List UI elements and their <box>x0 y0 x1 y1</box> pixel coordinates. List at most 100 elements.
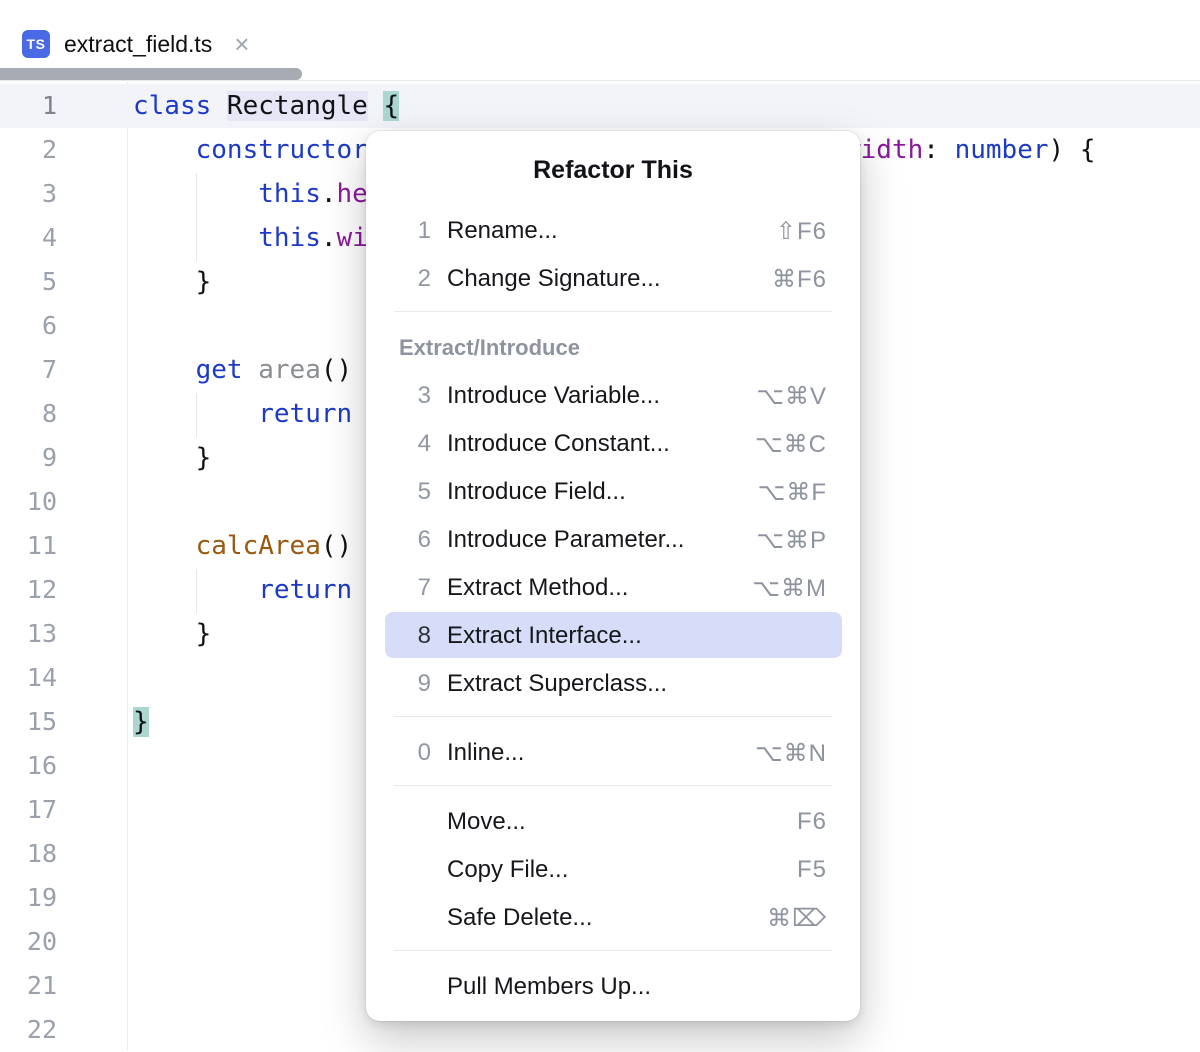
code-text: return <box>133 568 352 612</box>
typescript-file-icon: TS <box>22 30 50 58</box>
line-number: 5 <box>0 260 57 304</box>
code-token: } <box>133 619 211 649</box>
menu-section-extract-introduce: Extract/Introduce <box>366 324 860 372</box>
menu-item-label: Extract Method... <box>447 574 752 602</box>
menu-item-inline[interactable]: 0 Inline...⌥⌘N <box>366 729 860 777</box>
tab-close-icon[interactable]: × <box>234 31 249 57</box>
code-text: this.he <box>133 172 368 216</box>
code-token <box>368 91 384 121</box>
indent-guide <box>196 393 197 437</box>
code-token: : <box>923 135 954 165</box>
code-text: constructor <box>133 128 368 172</box>
code-text: } <box>133 612 211 656</box>
editor-tab-bar: TS extract_field.ts × <box>0 0 1200 81</box>
menu-item-rename[interactable]: 1 Rename...⇧F6 <box>366 207 860 255</box>
menu-item-label: Introduce Parameter... <box>447 526 756 554</box>
code-text-tail: width: number) { <box>845 128 1095 172</box>
line-number: 9 <box>0 436 57 480</box>
menu-item-label: Rename... <box>447 217 776 245</box>
code-token: constructor <box>196 135 368 165</box>
code-text: } <box>133 260 211 304</box>
menu-item-label: Change Signature... <box>447 265 772 293</box>
menu-item-shortcut: ⌘⌦ <box>767 904 827 933</box>
menu-item-change-signature[interactable]: 2Change Signature...⌘F6 <box>366 255 860 303</box>
tab-extract-field-ts[interactable]: TS extract_field.ts × <box>22 18 249 70</box>
code-token: Rectangle <box>227 91 368 121</box>
menu-item-mnemonic: 0 <box>366 739 431 767</box>
menu-item-label: Move... <box>447 808 797 836</box>
code-line-1[interactable]: 1 class Rectangle { <box>0 84 1200 128</box>
code-token <box>133 135 196 165</box>
code-token: get <box>196 355 243 385</box>
line-number: 8 <box>0 392 57 436</box>
code-token: } <box>133 443 211 473</box>
line-number: 20 <box>0 920 57 964</box>
code-token: { <box>383 91 399 121</box>
menu-item-shortcut: ⌥⌘P <box>756 526 827 555</box>
menu-item-label: Safe Delete... <box>447 904 767 932</box>
menu-divider <box>394 785 832 786</box>
code-text: get area() <box>133 348 352 392</box>
code-token: area <box>258 355 321 385</box>
menu-item-copy-file[interactable]: Copy File...F5 <box>366 846 860 894</box>
line-number: 15 <box>0 700 57 744</box>
line-number: 10 <box>0 480 57 524</box>
menu-item-shortcut: F6 <box>797 808 827 836</box>
menu-item-label: Inline... <box>447 739 755 767</box>
menu-item-shortcut: ⌥⌘V <box>756 382 827 411</box>
menu-item-safe-delete[interactable]: Safe Delete...⌘⌦ <box>366 894 860 942</box>
menu-divider <box>394 311 832 312</box>
line-number: 7 <box>0 348 57 392</box>
menu-item-label: Copy File... <box>447 856 797 884</box>
code-token: this <box>258 223 321 253</box>
menu-item-introduce-constant[interactable]: 4Introduce Constant...⌥⌘C <box>366 420 860 468</box>
menu-item-mnemonic: 6 <box>366 526 431 554</box>
menu-item-introduce-parameter[interactable]: 6 Introduce Parameter...⌥⌘P <box>366 516 860 564</box>
line-number: 14 <box>0 656 57 700</box>
menu-item-introduce-variable[interactable]: 3 Introduce Variable...⌥⌘V <box>366 372 860 420</box>
indent-guide <box>196 173 197 261</box>
menu-item-mnemonic: 4 <box>366 430 431 458</box>
line-number: 19 <box>0 876 57 920</box>
line-number: 2 <box>0 128 57 172</box>
code-text: this.wi <box>133 216 368 260</box>
code-text: } <box>133 700 149 744</box>
code-text: calcArea() <box>133 524 352 568</box>
menu-item-extract-method[interactable]: 7Extract Method...⌥⌘M <box>366 564 860 612</box>
menu-divider <box>394 716 832 717</box>
code-token <box>133 531 196 561</box>
menu-item-shortcut: ⌥⌘F <box>758 478 827 507</box>
code-token <box>133 355 196 385</box>
code-text: class Rectangle { <box>133 84 399 128</box>
menu-item-shortcut: ⌥⌘N <box>755 739 827 768</box>
menu-item-label: Pull Members Up... <box>447 973 827 1001</box>
code-token: calcArea <box>196 531 321 561</box>
line-number: 1 <box>0 84 57 128</box>
code-token: return <box>258 399 352 429</box>
menu-item-move[interactable]: Move...F6 <box>366 798 860 846</box>
code-token: he <box>337 179 368 209</box>
menu-item-mnemonic: 8 <box>366 622 431 650</box>
menu-item-label: Extract Superclass... <box>447 670 827 698</box>
line-number: 3 <box>0 172 57 216</box>
active-tab-underline <box>0 68 302 80</box>
line-number: 18 <box>0 832 57 876</box>
menu-item-shortcut: F5 <box>797 856 827 884</box>
code-token: } <box>133 707 149 737</box>
line-number: 11 <box>0 524 57 568</box>
menu-item-extract-superclass[interactable]: 9Extract Superclass... <box>366 660 860 708</box>
code-token: ) { <box>1049 135 1096 165</box>
menu-item-introduce-field[interactable]: 5Introduce Field...⌥⌘F <box>366 468 860 516</box>
code-token: wi <box>337 223 368 253</box>
menu-item-mnemonic: 1 <box>366 217 431 245</box>
code-token: () <box>321 531 352 561</box>
menu-item-pull-members-up[interactable]: Pull Members Up... <box>366 963 860 1011</box>
menu-divider <box>394 950 832 951</box>
menu-item-shortcut: ⇧F6 <box>776 217 827 246</box>
menu-item-mnemonic: 7 <box>366 574 431 602</box>
menu-item-label: Introduce Variable... <box>447 382 756 410</box>
menu-item-extract-interface[interactable]: 8Extract Interface... <box>366 612 860 660</box>
refactor-this-popup: Refactor This 1Rename...⇧F62Change Signa… <box>366 131 860 1021</box>
tab-title: extract_field.ts <box>64 31 212 58</box>
menu-item-mnemonic: 3 <box>366 382 431 410</box>
